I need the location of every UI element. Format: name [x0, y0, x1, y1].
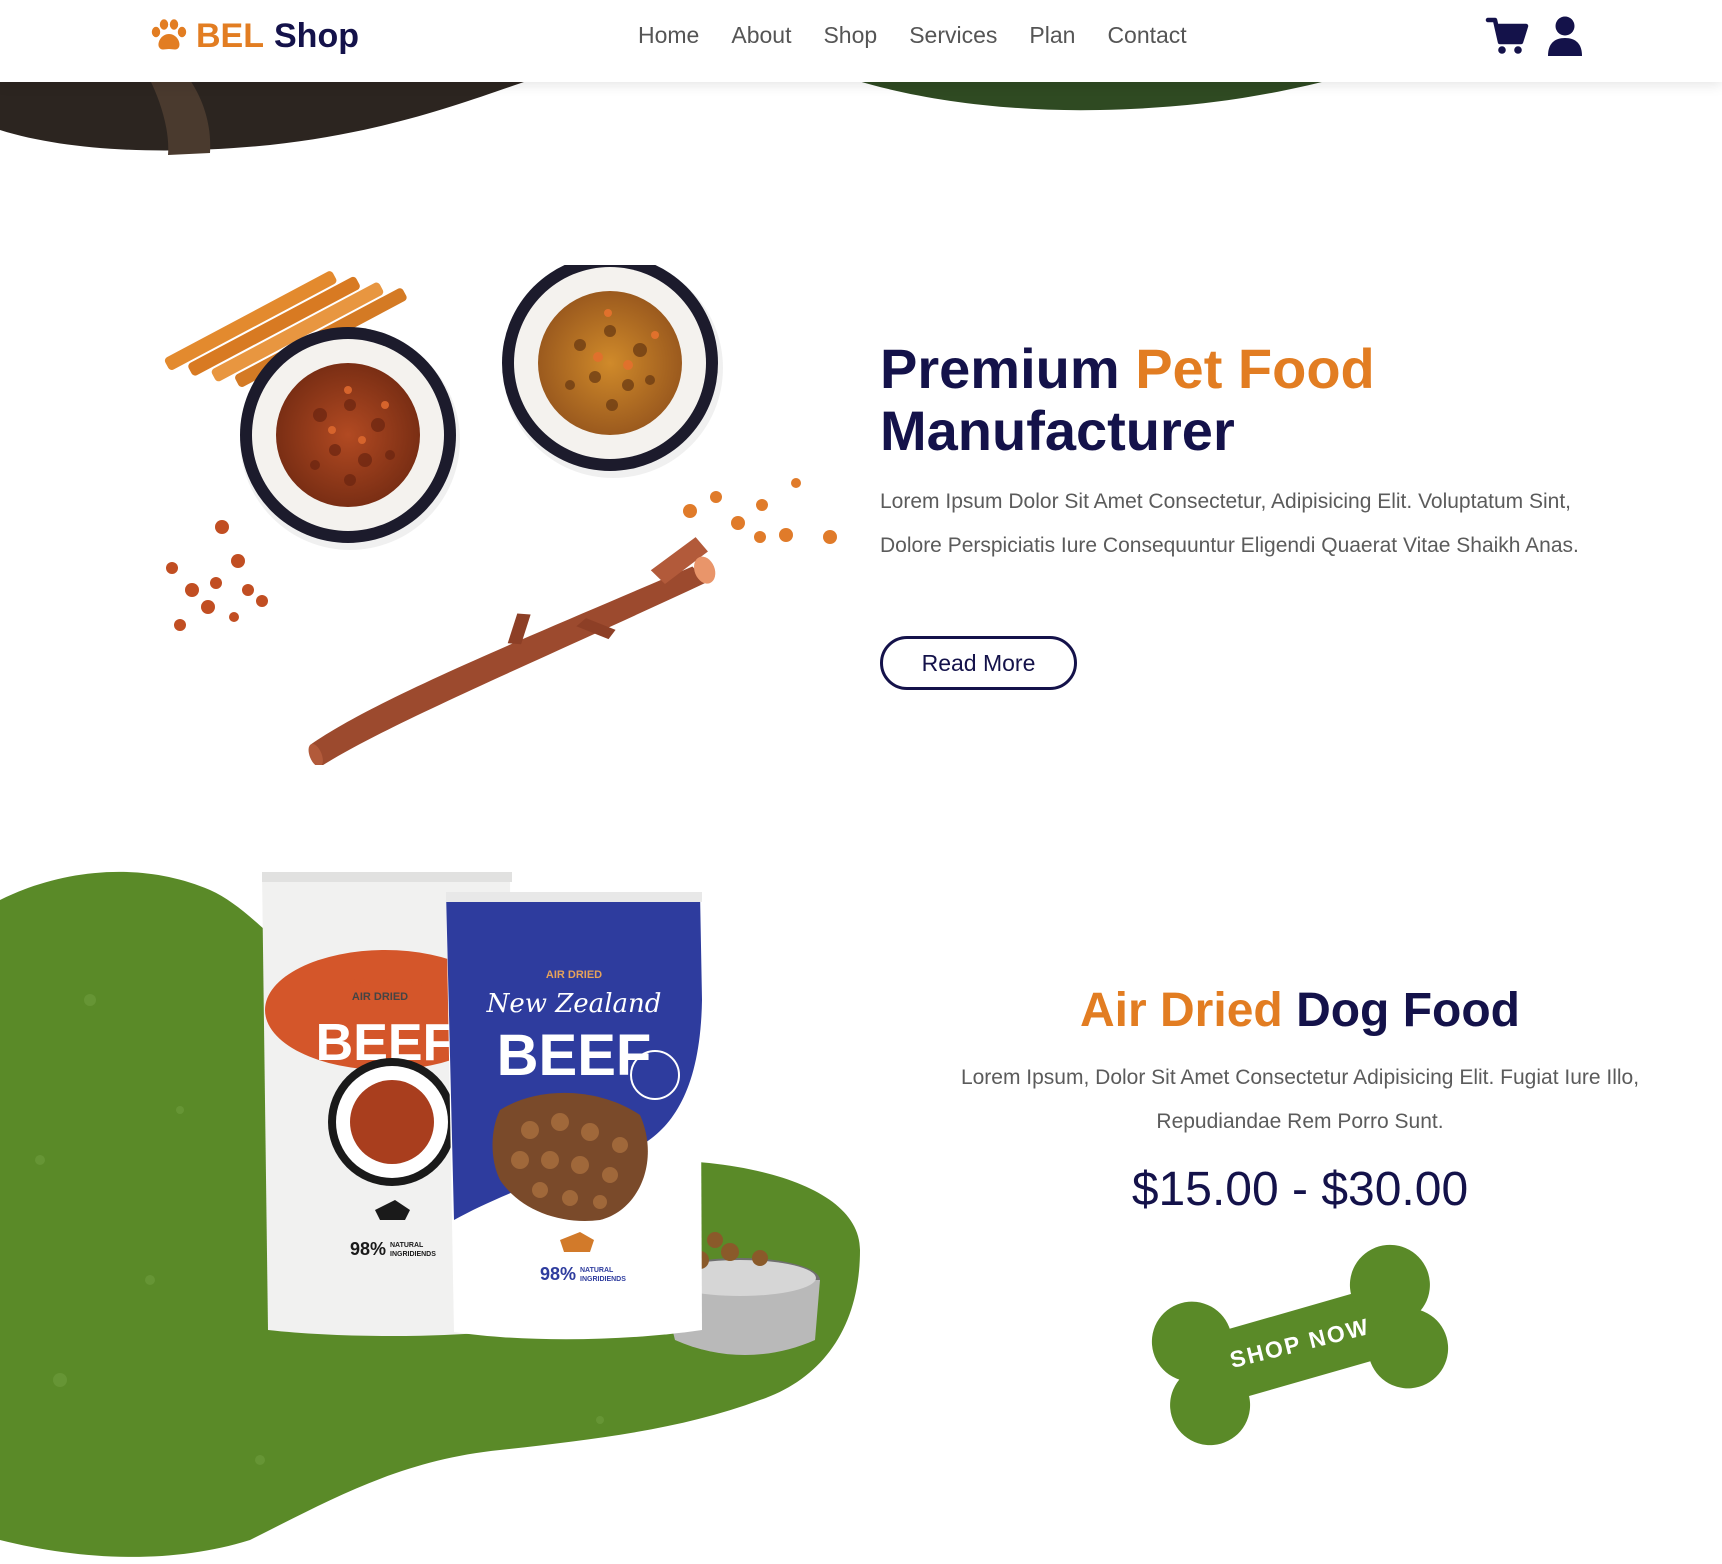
package1-line1: NEW ZEALAND: [336, 975, 425, 989]
logo-secondary-text: Shop: [274, 16, 359, 55]
package2-natural2: INGRIDIENDS: [580, 1276, 626, 1283]
section1-title-part2: Manufacturer: [880, 399, 1235, 462]
pet-food-bowls-image: [164, 265, 837, 765]
package1-percent: 98%: [350, 1239, 386, 1259]
cart-icon[interactable]: [1485, 14, 1529, 58]
package1-line2: AIR DRIED: [352, 991, 408, 1003]
nav-plan[interactable]: Plan: [1029, 20, 1075, 50]
nav-home[interactable]: Home: [638, 20, 699, 50]
package2-script: New Zealand: [486, 989, 662, 1019]
nav-contact[interactable]: Contact: [1107, 20, 1186, 50]
nav-services[interactable]: Services: [909, 20, 997, 50]
package2-line1: AIR DRIED: [546, 969, 602, 981]
nav-shop[interactable]: Shop: [823, 20, 877, 50]
section1-title: Premium Pet Food Manufacturer: [880, 338, 1600, 462]
user-icon[interactable]: [1543, 14, 1587, 58]
section2-title-rest: Dog Food: [1296, 984, 1520, 1037]
logo-primary-text: BEL: [196, 16, 264, 55]
logo[interactable]: BEL Shop: [150, 14, 359, 58]
section1-description: Lorem Ipsum Dolor Sit Amet Consectetur, …: [880, 490, 1579, 557]
nav-about[interactable]: About: [731, 20, 791, 50]
section2-title-accent: Air Dried: [1080, 984, 1283, 1037]
package2-name: BEEF: [497, 1023, 652, 1088]
section2-description: Lorem Ipsum, Dolor Sit Amet Consectetur …: [960, 1066, 1640, 1133]
package2-percent: 98%: [540, 1264, 576, 1284]
section1-title-part1: Premium: [880, 337, 1120, 400]
read-more-button[interactable]: Read More: [880, 636, 1077, 690]
package2-natural1: NATURAL: [580, 1267, 614, 1274]
section1-title-accent: Pet Food: [1135, 337, 1375, 400]
shop-now-button[interactable]: SHOP NOW: [1135, 1240, 1465, 1450]
main-nav: Home About Shop Services Plan Contact: [638, 20, 1187, 50]
dog-food-packages-image: NEW ZEALAND AIR DRIED BEEF 98% NATURAL I…: [0, 871, 860, 1557]
package1-natural1: NATURAL: [390, 1242, 424, 1249]
section2-title: Air Dried Dog Food: [900, 982, 1700, 1040]
site-header: BEL Shop Home About Shop Services Plan C…: [0, 0, 1722, 82]
price-range: $15.00 - $30.00: [1131, 1163, 1469, 1216]
package1-natural2: INGRIDIENDS: [390, 1251, 436, 1258]
paw-icon: [151, 19, 187, 50]
